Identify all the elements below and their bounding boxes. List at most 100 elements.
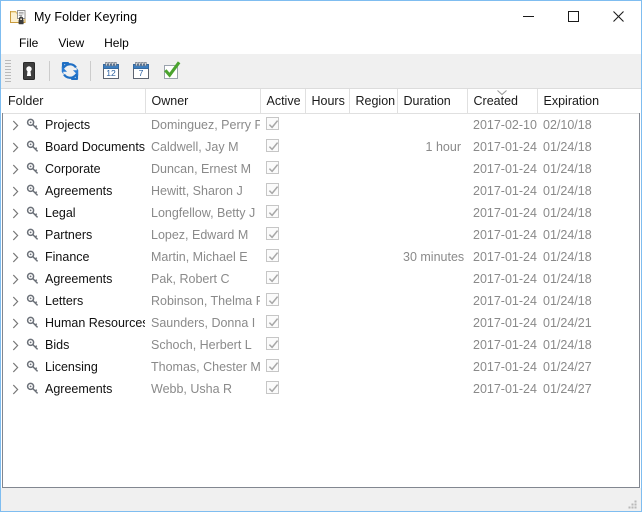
cell-created: 2017-01-24 <box>473 360 537 374</box>
expand-chevron-icon[interactable] <box>8 142 23 153</box>
menu-item-help[interactable]: Help <box>95 34 138 52</box>
active-checkbox[interactable] <box>266 337 279 350</box>
table-row[interactable]: Finance Martin, Michael E 30 minutes 2017-0… <box>2 246 640 268</box>
cell-expiration: 01/24/18 <box>543 206 592 220</box>
table-row[interactable]: Corporate Duncan, Ernest M 2017-01-24 01/24… <box>2 158 640 180</box>
calendar-12-button[interactable]: 12 <box>96 57 126 85</box>
cell-region <box>349 378 397 400</box>
table-row[interactable]: Licensing Thomas, Chester M 2017-01-24 01/2… <box>2 356 640 378</box>
expand-chevron-icon[interactable] <box>8 230 23 241</box>
cell-folder: Corporate <box>2 158 145 180</box>
expand-chevron-icon[interactable] <box>8 296 23 307</box>
active-checkbox[interactable] <box>266 271 279 284</box>
cell-owner: Robinson, Thelma R <box>151 294 260 308</box>
folder-name: Bids <box>45 338 70 352</box>
table-row[interactable]: Agreements Webb, Usha R 2017-01-24 01/24/27 <box>2 378 640 400</box>
close-button[interactable] <box>596 1 641 32</box>
active-checkbox[interactable] <box>266 205 279 218</box>
toolbar-grip[interactable] <box>5 60 11 82</box>
key-icon <box>23 228 43 242</box>
cell-folder: Agreements <box>2 268 145 290</box>
cell-folder: Bids <box>2 334 145 356</box>
active-checkbox[interactable] <box>266 359 279 372</box>
active-checkbox[interactable] <box>266 161 279 174</box>
resize-grip-icon[interactable] <box>626 497 638 509</box>
cell-owner: Longfellow, Betty J <box>151 206 256 220</box>
cell-duration <box>397 114 467 137</box>
column-header-expiration[interactable]: Expiration <box>537 89 640 114</box>
column-header-folder[interactable]: Folder <box>2 89 146 114</box>
key-icon <box>23 360 43 374</box>
cell-hours <box>305 334 349 356</box>
folder-name: Finance <box>45 250 90 264</box>
cell-active <box>260 224 305 246</box>
cell-folder: Licensing <box>2 356 145 378</box>
cell-active <box>260 202 305 224</box>
refresh-button[interactable] <box>55 57 85 85</box>
cell-owner: Hewitt, Sharon J <box>151 184 243 198</box>
expand-chevron-icon[interactable] <box>8 362 23 373</box>
minimize-icon <box>523 16 534 17</box>
active-checkbox[interactable] <box>266 227 279 240</box>
calendar-7-button[interactable]: 7 <box>126 57 156 85</box>
table-row[interactable]: Projects Dominguez, Perry P 2017-02-10 02/1… <box>2 114 640 137</box>
table-row[interactable]: Human Resources Saunders, Donna I 2017-01-… <box>2 312 640 334</box>
column-header-duration[interactable]: Duration <box>397 89 468 114</box>
table-row[interactable]: Agreements Pak, Robert C 2017-01-24 01/24/1… <box>2 268 640 290</box>
expand-chevron-icon[interactable] <box>8 384 23 395</box>
expand-chevron-icon[interactable] <box>8 120 23 131</box>
cell-active <box>260 158 305 180</box>
expand-chevron-icon[interactable] <box>8 208 23 219</box>
column-header-active[interactable]: Active <box>260 89 306 114</box>
table-row[interactable]: Legal Longfellow, Betty J 2017-01-24 01/24/… <box>2 202 640 224</box>
folder-name: Partners <box>45 228 93 242</box>
cell-region <box>349 158 397 180</box>
cell-hours <box>305 114 349 137</box>
cell-created: 2017-01-24 <box>473 272 537 286</box>
approve-button[interactable] <box>156 57 186 85</box>
active-checkbox[interactable] <box>266 315 279 328</box>
folder-name: Human Resources <box>45 316 145 330</box>
cell-created: 2017-02-10 <box>473 118 537 132</box>
cell-region <box>349 246 397 268</box>
active-checkbox[interactable] <box>266 183 279 196</box>
table-header-row: Folder Owner Active Hours Region Duratio… <box>2 89 640 114</box>
folder-name: Licensing <box>45 360 98 374</box>
cell-folder: Human Resources <box>2 312 145 334</box>
cell-region <box>349 312 397 334</box>
folder-name: Projects <box>45 118 91 132</box>
table-row[interactable]: Letters Robinson, Thelma R 2017-01-24 01/24… <box>2 290 640 312</box>
key-icon <box>23 140 43 154</box>
cell-created: 2017-01-24 <box>473 382 537 396</box>
active-checkbox[interactable] <box>266 117 279 130</box>
table-row[interactable]: Board Documents Caldwell, Jay M 1 hour 2017… <box>2 136 640 158</box>
column-header-created[interactable]: Created <box>467 89 538 114</box>
cell-hours <box>305 356 349 378</box>
active-checkbox[interactable] <box>266 381 279 394</box>
cell-active <box>260 356 305 378</box>
expand-chevron-icon[interactable] <box>8 340 23 351</box>
expand-chevron-icon[interactable] <box>8 164 23 175</box>
column-header-region[interactable]: Region <box>349 89 398 114</box>
active-checkbox[interactable] <box>266 249 279 262</box>
expand-chevron-icon[interactable] <box>8 186 23 197</box>
menu-item-view[interactable]: View <box>49 34 93 52</box>
expand-chevron-icon[interactable] <box>8 252 23 263</box>
table-row[interactable]: Bids Schoch, Herbert L 2017-01-24 01/24/18 <box>2 334 640 356</box>
active-checkbox[interactable] <box>266 293 279 306</box>
table-row[interactable]: Partners Lopez, Edward M 2017-01-24 01/24/1… <box>2 224 640 246</box>
cell-expiration: 01/24/18 <box>543 184 592 198</box>
active-checkbox[interactable] <box>266 139 279 152</box>
table-row[interactable]: Agreements Hewitt, Sharon J 2017-01-24 01/2… <box>2 180 640 202</box>
maximize-button[interactable] <box>551 1 596 32</box>
minimize-button[interactable] <box>506 1 551 32</box>
cell-duration <box>397 180 467 202</box>
cell-hours <box>305 224 349 246</box>
cell-created: 2017-01-24 <box>473 316 537 330</box>
expand-chevron-icon[interactable] <box>8 274 23 285</box>
column-header-owner[interactable]: Owner <box>145 89 261 114</box>
expand-chevron-icon[interactable] <box>8 318 23 329</box>
menu-item-file[interactable]: File <box>10 34 47 52</box>
keyhole-button[interactable] <box>14 57 44 85</box>
column-header-hours[interactable]: Hours <box>305 89 350 114</box>
